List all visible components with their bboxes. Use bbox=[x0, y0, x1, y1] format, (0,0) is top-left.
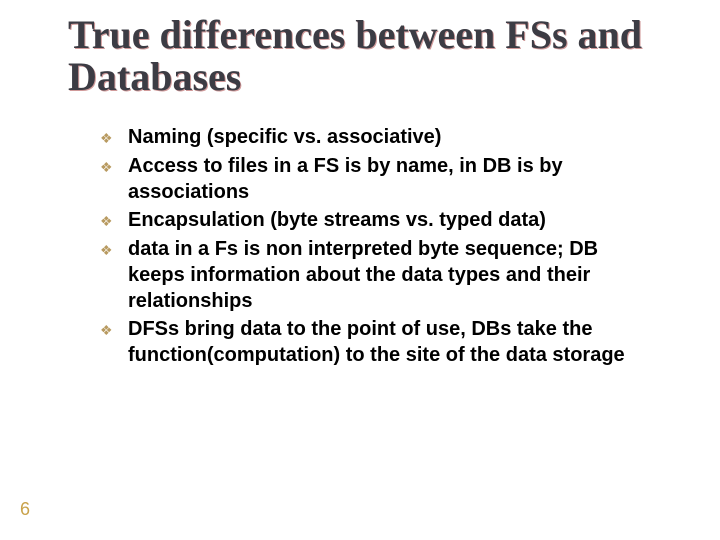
page-number: 6 bbox=[20, 499, 30, 520]
list-item-text: data in a Fs is non interpreted byte seq… bbox=[128, 236, 660, 314]
list-item: ❖ DFSs bring data to the point of use, D… bbox=[100, 316, 660, 368]
list-item: ❖ Access to files in a FS is by name, in… bbox=[100, 153, 660, 205]
slide: True differences between FSs and Databas… bbox=[0, 0, 720, 540]
diamond-bullet-icon: ❖ bbox=[100, 316, 128, 343]
list-item: ❖ Naming (specific vs. associative) bbox=[100, 124, 660, 151]
slide-title: True differences between FSs and Databas… bbox=[68, 14, 668, 98]
diamond-bullet-icon: ❖ bbox=[100, 236, 128, 263]
diamond-bullet-icon: ❖ bbox=[100, 124, 128, 151]
list-item: ❖ Encapsulation (byte streams vs. typed … bbox=[100, 207, 660, 234]
diamond-bullet-icon: ❖ bbox=[100, 207, 128, 234]
list-item-text: DFSs bring data to the point of use, DBs… bbox=[128, 316, 660, 368]
list-item-text: Naming (specific vs. associative) bbox=[128, 124, 660, 150]
diamond-bullet-icon: ❖ bbox=[100, 153, 128, 180]
slide-body: ❖ Naming (specific vs. associative) ❖ Ac… bbox=[100, 124, 660, 370]
list-item-text: Encapsulation (byte streams vs. typed da… bbox=[128, 207, 660, 233]
list-item: ❖ data in a Fs is non interpreted byte s… bbox=[100, 236, 660, 314]
list-item-text: Access to files in a FS is by name, in D… bbox=[128, 153, 660, 205]
